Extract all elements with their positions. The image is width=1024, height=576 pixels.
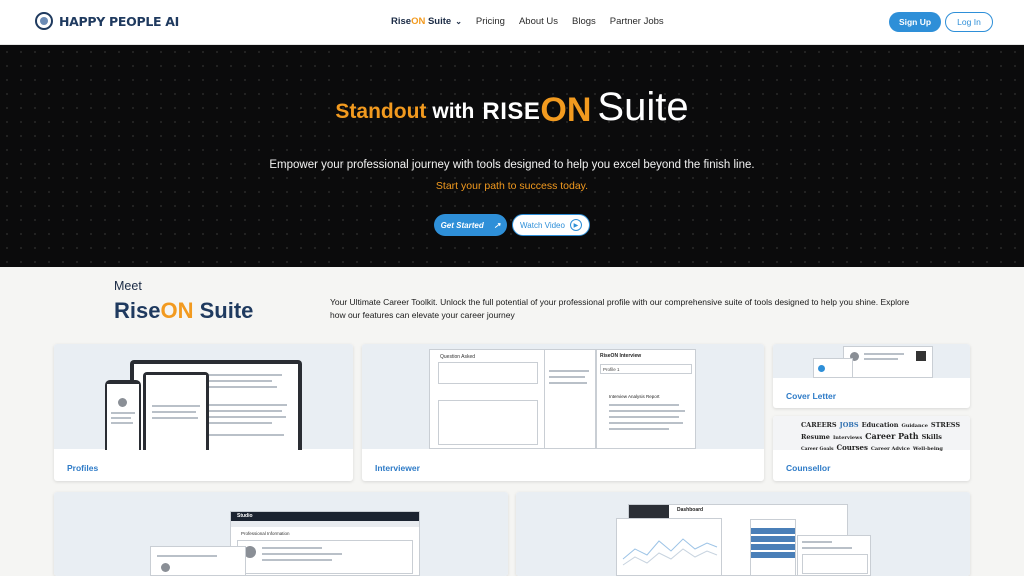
meet-title-rise: Rise — [114, 298, 161, 323]
watch-video-button[interactable]: Watch Video ▶ — [512, 214, 590, 236]
professional-info-label: Professional Information — [241, 531, 290, 536]
counsellor-preview-image: CAREERS JOBS Education Guidance STRESS Resum… — [773, 416, 970, 452]
card-label-profiles: Profiles — [67, 463, 99, 473]
card-dashboard[interactable]: Dashboard — [516, 492, 970, 576]
cover-letter-preview-image — [773, 344, 970, 378]
counsellor-word-cloud: CAREERS JOBS Education Guidance STRESS Resum… — [801, 421, 961, 452]
meet-title-suite: Suite — [193, 298, 254, 323]
hero-title-with: with — [432, 100, 475, 123]
card-label-cover-letter: Cover Letter — [786, 391, 837, 401]
studio-preview-image: Studio Professional Information — [54, 492, 508, 576]
meet-title-on: ON — [160, 298, 194, 323]
questions-list-panel — [544, 349, 596, 449]
get-started-label: Get Started — [440, 220, 484, 230]
sign-up-button[interactable]: Sign Up — [889, 12, 941, 32]
chevron-down-icon: ⌄ — [455, 17, 462, 26]
logo-icon — [35, 12, 53, 30]
riseon-interview-label: RiseON Interview — [600, 353, 642, 359]
get-started-button[interactable]: Get Started ↗ — [434, 214, 507, 236]
dashboard-label: Dashboard — [677, 507, 704, 513]
log-in-button[interactable]: Log In — [945, 12, 993, 32]
hero-tagline: Start your path to success today. — [435, 180, 589, 192]
menu-item-riseon-suite[interactable]: RiseON Suite ⌄ — [391, 16, 462, 27]
menu-label-rise: Rise — [391, 16, 412, 27]
interviewer-preview-image: Question Asked RiseON Interview Profile … — [362, 344, 764, 449]
profile-select: Profile 1 — [600, 364, 692, 374]
brand-name: HAPPY PEOPLE AI — [59, 13, 180, 29]
riseon-logo-on: ON — [540, 91, 592, 129]
top-navbar: HAPPY PEOPLE AI RiseON Suite ⌄ Pricing Ab… — [0, 0, 1024, 45]
meet-description: Your Ultimate Career Toolkit. Unlock the… — [330, 297, 910, 320]
question-asked-label: Question Asked — [440, 354, 476, 360]
arrow-up-right-icon: ↗ — [493, 220, 501, 230]
report-label: Interview Analysis Report — [609, 394, 660, 399]
qr-code-icon — [916, 351, 926, 361]
card-interviewer[interactable]: Question Asked RiseON Interview Profile … — [362, 344, 764, 481]
hero-title-standout: Standout — [335, 100, 427, 123]
phone-mockup — [105, 380, 141, 450]
main-menu: RiseON Suite ⌄ Pricing About Us Blogs Par… — [391, 16, 664, 27]
watch-video-label: Watch Video — [520, 220, 565, 230]
menu-item-about-us[interactable]: About Us — [519, 16, 558, 27]
riseon-logo-suite: Suite — [597, 85, 689, 129]
menu-item-partner-jobs[interactable]: Partner Jobs — [610, 16, 664, 27]
hero-section: Standout with RISE ON Suite Empower your… — [0, 45, 1024, 267]
card-counsellor[interactable]: CAREERS JOBS Education Guidance STRESS Resum… — [773, 416, 970, 481]
question-panel: Question Asked — [429, 349, 547, 449]
play-icon: ▶ — [569, 219, 582, 231]
menu-item-pricing[interactable]: Pricing — [476, 16, 505, 27]
menu-label-suite: Suite — [425, 16, 452, 27]
card-label-interviewer: Interviewer — [375, 463, 420, 473]
chart-lines — [622, 538, 718, 566]
riseon-logo-rise: RISE — [482, 98, 541, 125]
profiles-preview-image — [54, 344, 353, 450]
dashboard-preview-image: Dashboard — [516, 492, 970, 576]
meet-title: RiseON Suite — [114, 298, 253, 324]
card-cover-letter[interactable]: Cover Letter — [773, 344, 970, 408]
card-profiles[interactable]: Profiles — [54, 344, 353, 481]
avatar — [118, 398, 127, 407]
card-studio[interactable]: Studio Professional Information — [54, 492, 508, 576]
card-label-counsellor: Counsellor — [786, 463, 831, 473]
menu-label-on: ON — [411, 16, 426, 27]
analysis-panel: RiseON Interview Profile 1 Interview Ana… — [596, 349, 696, 449]
tablet-mockup — [143, 372, 209, 450]
line-chart-panel — [616, 518, 722, 576]
hero-subtitle: Empower your professional journey with t… — [269, 159, 755, 171]
meet-label: Meet — [114, 279, 142, 293]
brand-logo[interactable]: HAPPY PEOPLE AI — [35, 12, 179, 30]
studio-window: Studio Professional Information — [230, 511, 420, 576]
studio-label: Studio — [237, 513, 253, 519]
menu-item-blogs[interactable]: Blogs — [572, 16, 596, 27]
hero-title: Standout with RISE ON Suite — [0, 85, 1024, 130]
